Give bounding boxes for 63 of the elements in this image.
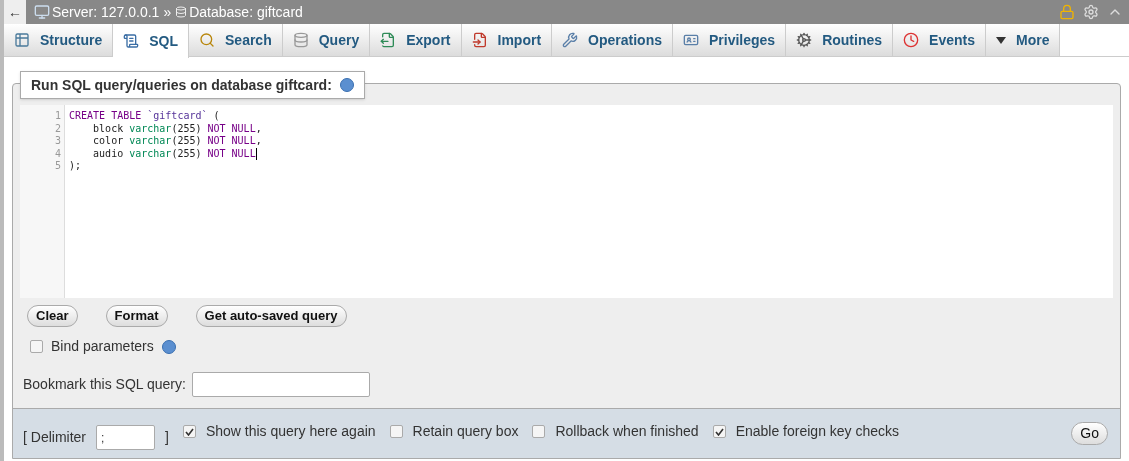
help-icon[interactable] (161, 339, 176, 354)
database-icon (292, 32, 309, 48)
bookmark-label: Bookmark this SQL query: (23, 375, 186, 394)
option-label: Enable foreign key checks (735, 422, 900, 441)
line-number: 2 (53, 122, 61, 135)
back-button[interactable]: ← (4, 0, 26, 24)
option-label: Retain query box (412, 422, 519, 441)
action-button[interactable]: Format (105, 305, 168, 327)
checkbox[interactable] (532, 425, 546, 438)
tab[interactable]: Operations (552, 24, 673, 56)
tab[interactable]: Export (370, 24, 462, 56)
line-number: 4 (53, 147, 61, 160)
checkbox[interactable] (30, 340, 43, 353)
database-link[interactable]: Database: giftcard (189, 1, 303, 23)
action-button[interactable]: Clear (27, 305, 78, 327)
tab[interactable]: Search (189, 24, 283, 56)
bind-parameters-label: Bind parameters (51, 337, 154, 356)
gears-icon (796, 32, 813, 48)
search-icon (199, 32, 215, 48)
checkbox[interactable] (389, 425, 403, 438)
sql-editor[interactable]: 1 2 3 4 5 CREATE TABLE `giftcard` ( block varchar(255) NOT NULL, color varchar(255) NOT NULL, audio varchar(255) NOT NULL ); (20, 105, 1113, 298)
tab[interactable]: Events (893, 24, 986, 56)
delimiter-bracket: ] (165, 428, 169, 447)
legend: Run SQL query/queries on database giftcard: (20, 71, 365, 99)
option-label: Rollback when finished (555, 422, 699, 441)
delimiter-field[interactable]: ; (96, 425, 155, 450)
separator: » (163, 2, 172, 22)
action-button[interactable]: Get auto-saved query (195, 305, 347, 327)
code-line: CREATE TABLE `giftcard` ( (69, 110, 221, 123)
scroll-icon (123, 33, 140, 49)
import-icon (471, 32, 488, 48)
clock-icon (903, 32, 920, 48)
tab[interactable]: SQL (113, 24, 189, 58)
lock-icon[interactable] (1059, 4, 1075, 20)
code-line: block varchar(255) NOT NULL, (92, 122, 262, 135)
settings-icon[interactable] (1083, 4, 1099, 20)
checkbox[interactable] (182, 425, 196, 438)
id-card-icon (683, 32, 699, 48)
go-button[interactable]: Go (1071, 422, 1108, 445)
tab[interactable]: Privileges (673, 24, 787, 56)
tab[interactable]: Import (461, 24, 553, 56)
tab[interactable]: Structure (4, 24, 114, 56)
code-line: color varchar(255) NOT NULL, (92, 135, 262, 148)
monitor-icon (34, 4, 50, 20)
tab[interactable]: More (985, 24, 1061, 56)
line-number: 3 (53, 135, 61, 148)
database-icon (175, 6, 188, 18)
line-number: 1 (53, 110, 61, 123)
code-line: audio varchar(255) NOT NULL (92, 147, 258, 160)
checkbox[interactable] (712, 425, 726, 438)
table-icon (14, 32, 30, 48)
help-icon[interactable] (339, 78, 354, 92)
delimiter-label: [ Delimiter (23, 428, 86, 447)
tab[interactable]: Query (282, 24, 371, 56)
export-icon (380, 32, 397, 48)
tab[interactable]: Routines (786, 24, 894, 56)
option-label: Show this query here again (205, 422, 376, 441)
caret-icon (995, 36, 1006, 44)
code-line: ); (69, 160, 83, 173)
line-number: 5 (53, 160, 61, 173)
server-link[interactable]: Server: 127.0.0.1 (52, 1, 160, 23)
bookmark-field[interactable] (191, 372, 370, 397)
wrench-icon (562, 32, 579, 48)
